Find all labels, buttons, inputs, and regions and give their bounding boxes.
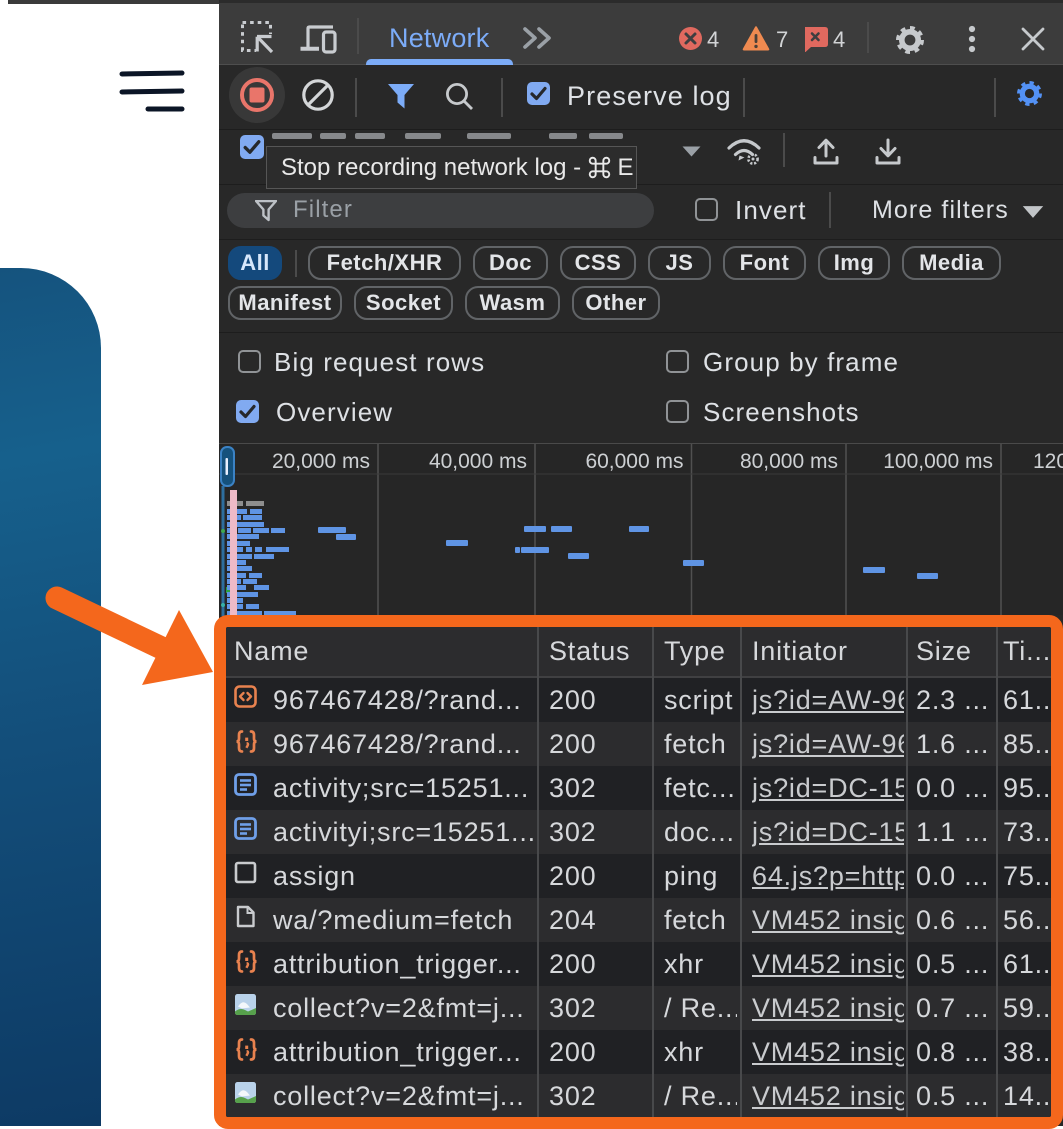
svg-text:20,000 ms: 20,000 ms (272, 450, 370, 473)
svg-text:40,000 ms: 40,000 ms (429, 450, 527, 473)
svg-text:60,000 ms: 60,000 ms (585, 450, 683, 473)
svg-text:80,000 ms: 80,000 ms (740, 450, 838, 473)
svg-text:100,000 ms: 100,000 ms (883, 450, 993, 473)
svg-text:120,: 120, (1033, 450, 1063, 473)
